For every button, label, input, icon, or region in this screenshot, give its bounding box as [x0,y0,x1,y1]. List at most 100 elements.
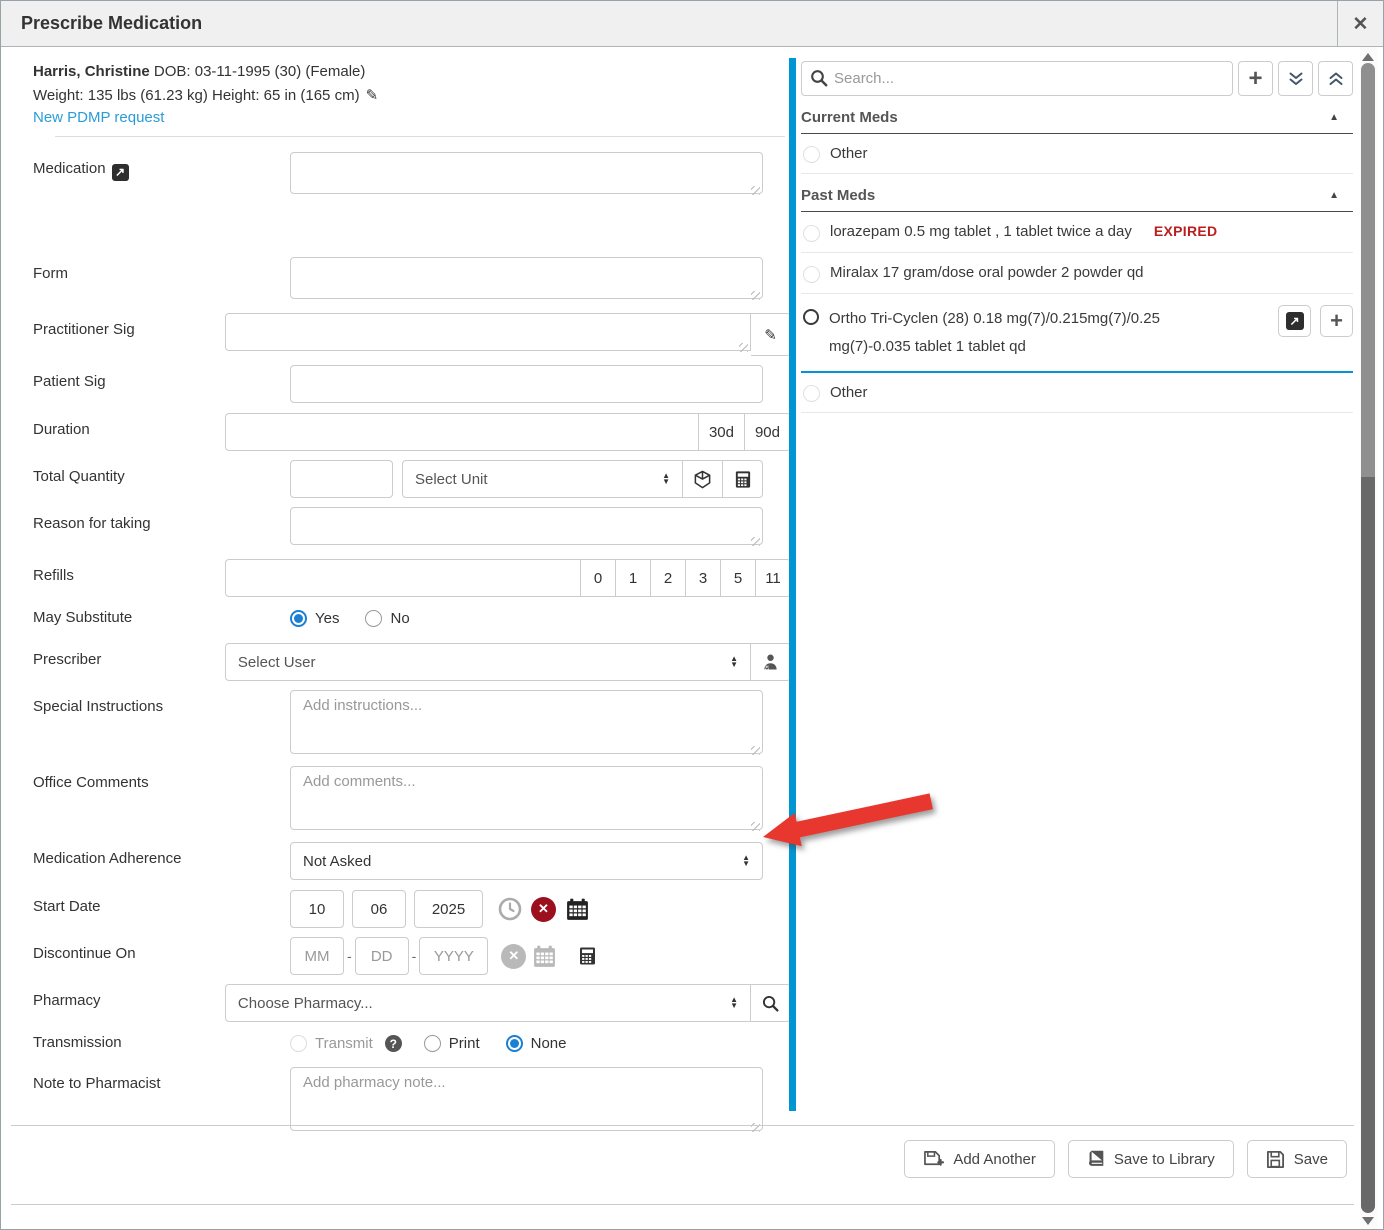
duration-input[interactable] [225,413,699,451]
start-day-input[interactable] [352,890,406,928]
unit-select[interactable]: Select Unit ▲▼ [402,460,683,498]
quantity-calculator-button[interactable] [723,460,763,498]
plus-icon: + [1330,312,1343,330]
pharmacy-note-input[interactable] [290,1067,763,1131]
substitute-yes-label: Yes [315,610,339,627]
refills-1-button[interactable]: 1 [616,559,651,597]
clear-discontinue-date-icon[interactable]: ✕ [501,944,526,969]
scroll-up-arrow[interactable] [1362,53,1374,61]
refills-2-button[interactable]: 2 [651,559,686,597]
form-input[interactable] [290,257,763,299]
calendar-icon[interactable] [565,897,590,922]
past-meds-header[interactable]: Past Meds ▲ [801,187,1353,212]
collapse-triangle-icon[interactable]: ▲ [1329,112,1353,123]
footer-divider-bottom [11,1204,1354,1205]
scroll-down-arrow[interactable] [1362,1217,1374,1225]
transmit-radio[interactable] [290,1035,307,1052]
refills-input[interactable] [225,559,581,597]
practitioner-sig-input[interactable] [225,313,751,351]
patient-info: Harris, Christine DOB: 03-11-1995 (30) (… [11,47,791,137]
print-radio[interactable] [424,1035,441,1052]
add-selected-med-button[interactable]: + [1320,305,1353,337]
pharmacy-select-value: Choose Pharmacy... [238,995,373,1012]
reason-input[interactable] [290,507,763,545]
prescriber-user-button[interactable] [751,643,791,681]
scrollbar[interactable] [1360,47,1377,1229]
package-button[interactable] [683,460,723,498]
discontinue-year-input[interactable] [419,937,488,975]
open-med-button[interactable]: ↗ [1278,305,1311,337]
quantity-input[interactable] [290,460,393,498]
save-to-library-button[interactable]: Save to Library [1068,1140,1234,1178]
current-meds-header[interactable]: Current Meds ▲ [801,109,1353,134]
past-med-item-ortho-selected[interactable]: Ortho Tri-Cyclen (28) 0.18 mg(7)/0.215mg… [801,294,1353,373]
patient-dob: DOB: 03-11-1995 (30) (Female) [154,63,365,80]
instructions-input[interactable] [290,690,763,754]
prescriber-select[interactable]: Select User ▲▼ [225,643,751,681]
date-separator: - [347,948,352,964]
pharmacy-search-button[interactable] [751,984,791,1022]
transmit-label: Transmit [315,1035,373,1052]
discontinue-day-input[interactable] [355,937,409,975]
substitute-no-label: No [390,610,409,627]
save-button[interactable]: Save [1247,1140,1347,1178]
med-item-label: lorazepam 0.5 mg tablet , 1 tablet twice… [830,223,1132,240]
refills-11-button[interactable]: 11 [756,559,791,597]
medication-external-link-icon[interactable]: ↗ [112,164,129,181]
clear-start-date-icon[interactable]: ✕ [531,897,556,922]
substitute-no-radio[interactable] [365,610,382,627]
medication-row: Medication↗ [33,152,791,199]
pane-divider [789,58,796,1111]
edit-sig-button[interactable]: ✎ [751,313,791,356]
transmit-help-icon[interactable]: ? [385,1035,402,1052]
clock-icon[interactable] [498,897,522,921]
calendar-disabled-icon[interactable] [532,944,557,969]
prescriber-select-value: Select User [238,654,316,671]
refills-5-button[interactable]: 5 [721,559,756,597]
add-another-button[interactable]: Add Another [904,1140,1055,1178]
duration-90d-button[interactable]: 90d [745,413,791,451]
pdmp-request-link[interactable]: New PDMP request [33,109,164,126]
past-med-item-lorazepam[interactable]: lorazepam 0.5 mg tablet , 1 tablet twice… [801,212,1353,253]
start-year-input[interactable] [414,890,483,928]
days-supply-calculator-icon[interactable] [578,946,597,966]
med-radio[interactable] [803,385,820,402]
add-med-button[interactable]: + [1238,61,1273,96]
save-icon [1266,1150,1285,1169]
past-med-other-item[interactable]: Other [801,373,1353,413]
med-radio[interactable] [803,225,820,242]
med-radio[interactable] [803,146,820,163]
select-arrows-icon: ▲▼ [730,656,738,668]
discontinue-month-input[interactable] [290,937,344,975]
current-med-other-item[interactable]: Other [801,134,1353,174]
pharmacy-select[interactable]: Choose Pharmacy... ▲▼ [225,984,751,1022]
meds-search-input[interactable] [801,61,1233,96]
med-item-label: Miralax 17 gram/dose oral powder 2 powde… [830,264,1144,283]
past-med-item-miralax[interactable]: Miralax 17 gram/dose oral powder 2 powde… [801,253,1353,294]
substitute-yes-radio[interactable] [290,610,307,627]
past-meds-title: Past Meds [801,187,875,204]
adherence-select[interactable]: Not Asked ▲▼ [290,842,763,880]
collapse-all-button[interactable] [1278,61,1313,96]
med-radio[interactable] [803,266,820,283]
med-radio-selected[interactable] [803,309,819,325]
patient-sig-input[interactable] [290,365,763,403]
edit-vitals-icon[interactable]: ✎ [366,86,379,104]
current-meds-title: Current Meds [801,109,898,126]
refills-3-button[interactable]: 3 [686,559,721,597]
scrollbar-thumb[interactable] [1361,63,1375,1213]
start-month-input[interactable] [290,890,344,928]
expand-all-button[interactable] [1318,61,1353,96]
med-item-label: Ortho Tri-Cyclen (28) 0.18 mg(7)/0.215mg… [829,305,1237,361]
close-button[interactable]: ✕ [1337,1,1383,47]
patient-vitals: Weight: 135 lbs (61.23 kg) Height: 65 in… [33,87,360,104]
med-item-label: Other [830,145,868,163]
medication-input[interactable] [290,152,763,194]
start-date-row: Start Date ✕ [33,890,791,928]
duration-30d-button[interactable]: 30d [699,413,745,451]
comments-input[interactable] [290,766,763,830]
collapse-triangle-icon[interactable]: ▲ [1329,190,1353,201]
book-icon [1087,1150,1105,1169]
none-radio[interactable] [506,1035,523,1052]
refills-0-button[interactable]: 0 [581,559,616,597]
